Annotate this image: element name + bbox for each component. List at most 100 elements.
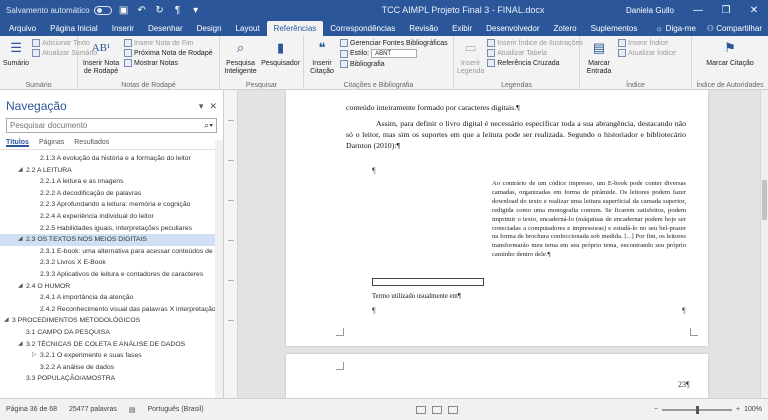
heading-item[interactable]: 2.2.1 A leitura e as imagens [0,176,223,188]
style-select[interactable]: ABNT [371,49,418,58]
table-of-contents-label: Sumário [3,60,30,67]
heading-item[interactable]: 2.4.1 A importância da atenção [0,292,223,304]
print-layout-button[interactable] [447,405,458,414]
vertical-scrollbar[interactable] [760,90,768,398]
tab-layout[interactable]: Layout [229,21,267,36]
close-icon[interactable]: ✕ [209,101,217,112]
heading-item[interactable]: ◢ 2.2 A LEITURA [0,165,223,177]
cross-reference-button[interactable]: Referência Cruzada [487,59,583,67]
heading-item[interactable]: ◢ 2.3 OS TEXTOS NOS MEIOS DIGITAIS [0,234,223,246]
tab-suplementos[interactable]: Suplementos [584,21,645,36]
next-footnote-button[interactable]: Próxima Nota de Rodapé [124,49,213,57]
autosave-control[interactable]: Salvamento automático [6,5,112,15]
share-button[interactable]: ⚇ Compartilhar [707,21,762,36]
headings-list: 2.1.3 A evolução da história e a formaçã… [0,150,223,385]
tab-correspondencias[interactable]: Correspondências [323,21,402,36]
show-notes-button[interactable]: Mostrar Notas [124,59,213,67]
tab-inserir[interactable]: Inserir [105,21,141,36]
heading-item[interactable]: 3.2.2 A análise de dados [0,362,223,374]
redo-icon[interactable]: ↻ [154,5,166,16]
undo-icon[interactable]: ↶ [136,5,148,16]
zoom-slider[interactable] [662,405,732,414]
insert-endnote-button[interactable]: Inserir Nota de Fim [124,39,213,47]
document-page-next[interactable]: 23¶ [286,354,708,398]
heading-item[interactable]: 2.3.3 Aplicativos de leitura e contadore… [0,269,223,281]
minimize-button[interactable]: — [684,5,712,16]
navigation-header: Navegação ▾ ✕ [0,90,223,114]
vertical-ruler [224,90,238,398]
group-label-sumario: Sumário [25,82,52,89]
heading-item[interactable]: ◢ 2.4 O HUMOR [0,281,223,293]
tab-exibir[interactable]: Exibir [445,21,479,36]
tab-desenhar[interactable]: Desenhar [141,21,190,36]
save-icon[interactable]: ▣ [118,5,130,16]
heading-text: 2.1.3 A evolução da história e a formaçã… [40,155,191,162]
collapse-arrow-icon[interactable]: ◢ [18,339,26,351]
heading-item[interactable]: 3.3 POPULAÇÃO/AMOSTRA [0,373,223,385]
zoom-level[interactable]: 100% [744,406,762,413]
update-figures-table-button[interactable]: Atualizar Tabela [487,49,583,57]
heading-item[interactable]: 2.4.2 Reconhecimento visual das palavras… [0,304,223,316]
heading-item[interactable]: 2.3.2 Livros X E-Book [0,257,223,269]
scrollbar-thumb[interactable] [762,180,767,220]
heading-item[interactable]: 2.2.2 A decodificação de palavras [0,188,223,200]
zoom-slider-thumb[interactable] [695,405,699,414]
manage-sources-label: Gerenciar Fontes Bibliográficas [350,39,448,47]
nav-tab-results[interactable]: Resultados [74,139,109,147]
chevron-down-icon[interactable]: ▾ [199,101,204,112]
update-index-button[interactable]: Atualizar Índice [618,49,676,57]
heading-item[interactable]: ▷ 3.2.1 O experimento e suas fases [0,350,223,362]
autosave-toggle[interactable] [93,5,112,15]
read-mode-button[interactable] [431,405,442,414]
collapse-arrow-icon[interactable]: ◢ [18,234,26,246]
insert-index-button[interactable]: Inserir Índice [618,39,676,47]
focus-view-button[interactable] [415,405,426,414]
heading-item[interactable]: 2.2.4 A experiência individual do leitor [0,211,223,223]
word-count[interactable]: 25477 palavras [69,406,117,413]
search-input[interactable] [10,121,205,130]
tab-referencias[interactable]: Referências [266,21,324,36]
tab-zotero[interactable]: Zotero [547,21,584,36]
bibliography-label: Bibliografia [350,60,385,68]
insert-table-of-figures-button[interactable]: Inserir Índice de Ilustrações [487,39,583,47]
page-counter[interactable]: Página 36 de 68 [6,406,57,413]
nav-tab-pages[interactable]: Páginas [39,139,64,147]
customize-toolbar-icon[interactable]: ▾ [190,5,202,16]
heading-item[interactable]: ◢ 3.2 TÉCNICAS DE COLETA E ANÁLISE DE DAD… [0,339,223,351]
proofing-icon[interactable]: ▤ [129,406,136,414]
heading-text: 2.4 O HUMOR [26,282,71,290]
zoom-out-button[interactable]: − [654,406,658,413]
heading-text: 2.2 A LEITURA [26,166,72,174]
collapse-arrow-icon[interactable]: ◢ [18,281,26,293]
manage-sources-button[interactable]: Gerenciar Fontes Bibliográficas [340,39,448,47]
search-icon[interactable]: ⌕▾ [204,120,213,131]
tab-design[interactable]: Design [190,21,229,36]
tab-desenvolvedor[interactable]: Desenvolvedor [479,21,546,36]
heading-item[interactable]: 2.2.5 Habilidades iguais, interpretações… [0,223,223,235]
document-page[interactable]: conteúdo inteiramente formado por caract… [286,90,708,346]
user-name[interactable]: Daniela Gullo [626,6,674,15]
heading-item[interactable]: ◢ 3 PROCEDIMENTOS METODOLÓGICOS [0,315,223,327]
heading-text: 2.3.3 Aplicativos de leitura e contadore… [40,270,204,278]
zoom-in-button[interactable]: + [736,406,740,413]
group-autoridades: ⚑ Marcar Citação Índice de Autoridades [692,36,768,90]
navigation-scrollbar[interactable] [215,140,223,398]
heading-item[interactable]: 3.1 CAMPO DA PESQUISA [0,327,223,339]
nav-tab-headings[interactable]: Títulos [6,139,29,147]
tell-me-box[interactable]: ☼ Diga-me [648,21,703,36]
maximize-button[interactable]: ❐ [712,5,740,16]
tab-revisao[interactable]: Revisão [402,21,445,36]
language-indicator[interactable]: Português (Brasil) [148,406,204,413]
heading-item[interactable]: 2.2.3 Aprofundando a leitura: memória e … [0,199,223,211]
tab-arquivo[interactable]: Arquivo [2,21,43,36]
collapse-arrow-icon[interactable]: ◢ [18,165,26,177]
close-button[interactable]: ✕ [740,5,768,16]
collapse-arrow-icon[interactable]: ◢ [4,315,12,327]
caption-icon: ▭ [464,40,477,55]
collapse-arrow-icon[interactable]: ▷ [32,350,40,362]
heading-item[interactable]: 2.1.3 A evolução da história e a formaçã… [0,153,223,165]
bibliography-button[interactable]: Bibliografia [340,60,448,68]
paragraph-mark-icon[interactable]: ¶ [172,5,184,16]
heading-item[interactable]: 2.3.1 E-book: uma alternativa para acess… [0,246,223,258]
tab-pagina-inicial[interactable]: Página Inicial [43,21,105,36]
